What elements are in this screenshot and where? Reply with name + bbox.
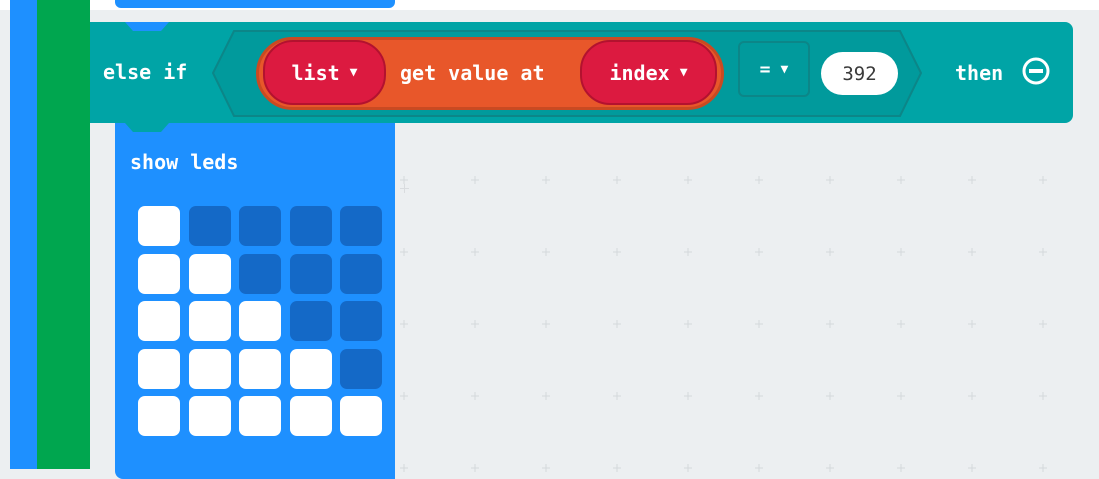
compare-value-input[interactable]: 392 — [821, 52, 898, 95]
list-variable-label: list — [291, 60, 340, 85]
led-cell[interactable] — [188, 253, 231, 294]
led-cell[interactable] — [289, 301, 332, 341]
led-cell[interactable] — [188, 348, 231, 389]
led-cell[interactable] — [188, 301, 231, 341]
caret-down-icon: ▼ — [349, 65, 358, 80]
led-cell[interactable] — [340, 348, 382, 389]
block-notch — [115, 22, 179, 31]
led-cell[interactable] — [138, 301, 180, 341]
led-cell[interactable] — [340, 206, 382, 246]
block-notch — [115, 123, 179, 132]
led-cell[interactable] — [340, 301, 382, 341]
led-cell[interactable] — [138, 253, 180, 294]
compare-value-text: 392 — [842, 62, 877, 85]
led-cell[interactable] — [289, 396, 332, 436]
operator-label: = — [759, 58, 771, 80]
list-variable-dropdown[interactable]: list ▼ — [263, 40, 386, 105]
led-cell[interactable] — [188, 206, 231, 246]
index-variable-dropdown[interactable]: index ▼ — [580, 40, 717, 105]
caret-down-icon: ▼ — [780, 61, 789, 77]
led-cell[interactable] — [340, 396, 382, 436]
led-cell[interactable] — [340, 253, 382, 294]
loop-block-bar[interactable] — [37, 0, 90, 469]
led-cell[interactable] — [289, 253, 332, 294]
led-cell[interactable] — [239, 253, 281, 294]
led-cell[interactable] — [239, 396, 281, 436]
led-cell[interactable] — [239, 206, 281, 246]
led-cell[interactable] — [138, 396, 180, 436]
led-cell[interactable] — [188, 396, 231, 436]
show-leds-label: show leds — [130, 150, 239, 174]
else-if-label: else if — [103, 60, 188, 84]
led-cell[interactable] — [289, 206, 332, 246]
led-cell[interactable] — [289, 348, 332, 389]
comparison-operator-dropdown[interactable]: = ▼ — [738, 41, 810, 97]
minus-circle-icon[interactable] — [1022, 57, 1050, 85]
led-cell[interactable] — [138, 206, 180, 246]
led-cell[interactable] — [239, 348, 281, 389]
led-cell[interactable] — [138, 348, 180, 389]
then-label: then — [955, 61, 1004, 85]
led-cell[interactable] — [239, 301, 281, 341]
index-variable-label: index — [609, 60, 670, 85]
get-value-at-label: get value at — [400, 61, 545, 85]
previous-block-bottom[interactable] — [115, 0, 395, 8]
caret-down-icon: ▼ — [679, 65, 688, 80]
outer-block-bar[interactable] — [10, 0, 37, 469]
